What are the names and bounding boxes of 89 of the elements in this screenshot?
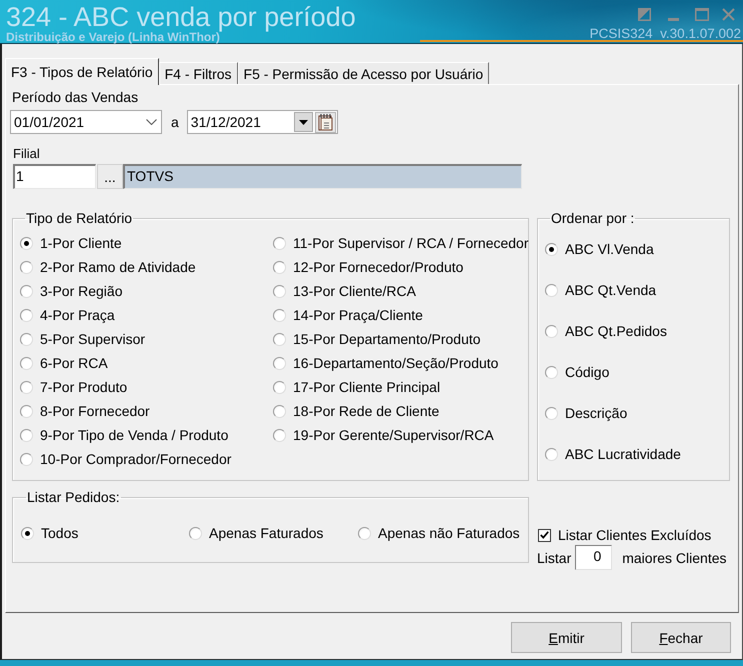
radio-button[interactable]	[273, 404, 286, 418]
radio-option[interactable]: Todos	[21, 521, 189, 545]
radio-option[interactable]: ABC Vl.Venda	[545, 229, 729, 270]
maximize-icon[interactable]	[695, 8, 709, 21]
group-title: Tipo de Relatório	[25, 211, 134, 226]
version-label: PCSIS324 v.30.1.07.002	[590, 26, 741, 41]
radio-button[interactable]	[545, 243, 558, 256]
radio-button[interactable]	[273, 236, 286, 250]
window-title: 324 - ABC venda por período	[6, 3, 356, 31]
radio-button[interactable]	[273, 260, 286, 274]
window-subtitle: Distribuição e Varejo (Linha WinThor)	[6, 31, 220, 44]
chevron-down-icon[interactable]	[146, 119, 157, 125]
radio-option[interactable]: 8-Por Fornecedor	[20, 399, 273, 423]
radio-option[interactable]: Apenas Faturados	[189, 521, 358, 545]
radio-button[interactable]	[273, 332, 286, 346]
top-clients-suffix: maiores Clientes	[622, 550, 726, 566]
tab[interactable]: F4 - Filtros	[158, 62, 238, 84]
dialog-button[interactable]: Emitir	[511, 622, 622, 653]
radio-button[interactable]	[545, 284, 558, 297]
radio-option[interactable]: 14-Por Praça/Cliente	[273, 303, 529, 327]
radio-button[interactable]	[189, 526, 202, 540]
date-field[interactable]: 01/01/2021	[10, 110, 162, 134]
radio-button[interactable]	[273, 308, 286, 322]
radio-button[interactable]	[20, 452, 33, 466]
radio-option[interactable]: 19-Por Gerente/Supervisor/RCA	[273, 423, 529, 447]
radio-button[interactable]	[545, 448, 558, 461]
group-title: Listar Pedidos:	[26, 490, 121, 505]
radio-button[interactable]	[358, 526, 371, 540]
radio-button[interactable]	[20, 380, 33, 394]
group-title: Ordenar por :	[550, 211, 636, 226]
radio-option[interactable]: ABC Qt.Venda	[545, 270, 729, 311]
close-icon[interactable]	[722, 8, 735, 21]
dropdown-button[interactable]	[294, 112, 313, 132]
radio-option[interactable]: ABC Lucratividade	[545, 434, 729, 475]
tab[interactable]: F3 - Tipos de Relatório	[5, 58, 159, 85]
radio-option[interactable]: Código	[545, 352, 729, 393]
radio-option[interactable]: 6-Por RCA	[20, 351, 273, 375]
checkmark-icon	[540, 531, 549, 539]
top-clients-field[interactable]: 0	[575, 545, 612, 570]
radio-option[interactable]: 16-Departamento/Seção/Produto	[273, 351, 529, 375]
radio-option[interactable]: 2-Por Ramo de Atividade	[20, 255, 273, 279]
radio-button[interactable]	[20, 308, 33, 322]
radio-option[interactable]: 12-Por Fornecedor/Produto	[273, 255, 529, 279]
radio-option[interactable]: 13-Por Cliente/RCA	[273, 279, 529, 303]
checkbox[interactable]	[538, 528, 551, 542]
date-field[interactable]: 31/12/2021	[186, 110, 338, 134]
radio-button[interactable]	[273, 284, 286, 298]
radio-button[interactable]	[273, 380, 286, 394]
radio-option[interactable]: 15-Por Departamento/Produto	[273, 327, 529, 351]
radio-button[interactable]	[20, 260, 33, 274]
radio-option[interactable]: 10-Por Comprador/Fornecedor	[20, 447, 273, 471]
period-label: Período das Vendas	[12, 89, 140, 105]
radio-button[interactable]	[20, 236, 33, 250]
calendar-icon	[318, 113, 333, 131]
radio-button[interactable]	[273, 356, 286, 370]
radio-button[interactable]	[273, 428, 286, 442]
radio-button[interactable]	[20, 404, 33, 418]
radio-option[interactable]: 4-Por Praça	[20, 303, 273, 327]
radio-option[interactable]: 17-Por Cliente Principal	[273, 375, 529, 399]
branch-label: Filial	[13, 146, 41, 161]
top-clients-prefix: Listar	[537, 550, 572, 566]
branch-name-field: TOTVS	[123, 164, 522, 189]
dialog-button[interactable]: Fechar	[631, 622, 731, 653]
branch-code-field[interactable]: 1	[13, 164, 96, 189]
radio-option[interactable]: ABC Qt.Pedidos	[545, 311, 729, 352]
range-separator: a	[171, 114, 179, 130]
radio-option[interactable]: 1-Por Cliente	[20, 231, 273, 255]
radio-button[interactable]	[20, 428, 33, 442]
triangle-down-icon	[298, 120, 308, 124]
calendar-button[interactable]	[314, 112, 336, 132]
radio-option[interactable]: Apenas não Faturados	[358, 521, 528, 545]
radio-option[interactable]: 11-Por Supervisor / RCA / Fornecedor	[273, 231, 529, 255]
lookup-button[interactable]: ...	[97, 164, 123, 189]
radio-option[interactable]: 18-Por Rede de Cliente	[273, 399, 529, 423]
radio-button[interactable]	[20, 332, 33, 346]
radio-option[interactable]: 5-Por Supervisor	[20, 327, 273, 351]
radio-option[interactable]: 3-Por Região	[20, 279, 273, 303]
radio-button[interactable]	[20, 356, 33, 370]
half-filled-square-icon[interactable]	[638, 8, 651, 21]
radio-option[interactable]: 9-Por Tipo de Venda / Produto	[20, 423, 273, 447]
checkbox-option[interactable]: Listar Clientes Excluídos	[538, 527, 730, 543]
radio-button[interactable]	[545, 366, 558, 379]
radio-option[interactable]: 7-Por Produto	[20, 375, 273, 399]
tab[interactable]: F5 - Permissão de Acesso por Usuário	[238, 62, 490, 84]
radio-option[interactable]: Descrição	[545, 393, 729, 434]
radio-button[interactable]	[21, 526, 34, 540]
radio-button[interactable]	[545, 325, 558, 338]
radio-button[interactable]	[545, 407, 558, 420]
radio-button[interactable]	[20, 284, 33, 298]
